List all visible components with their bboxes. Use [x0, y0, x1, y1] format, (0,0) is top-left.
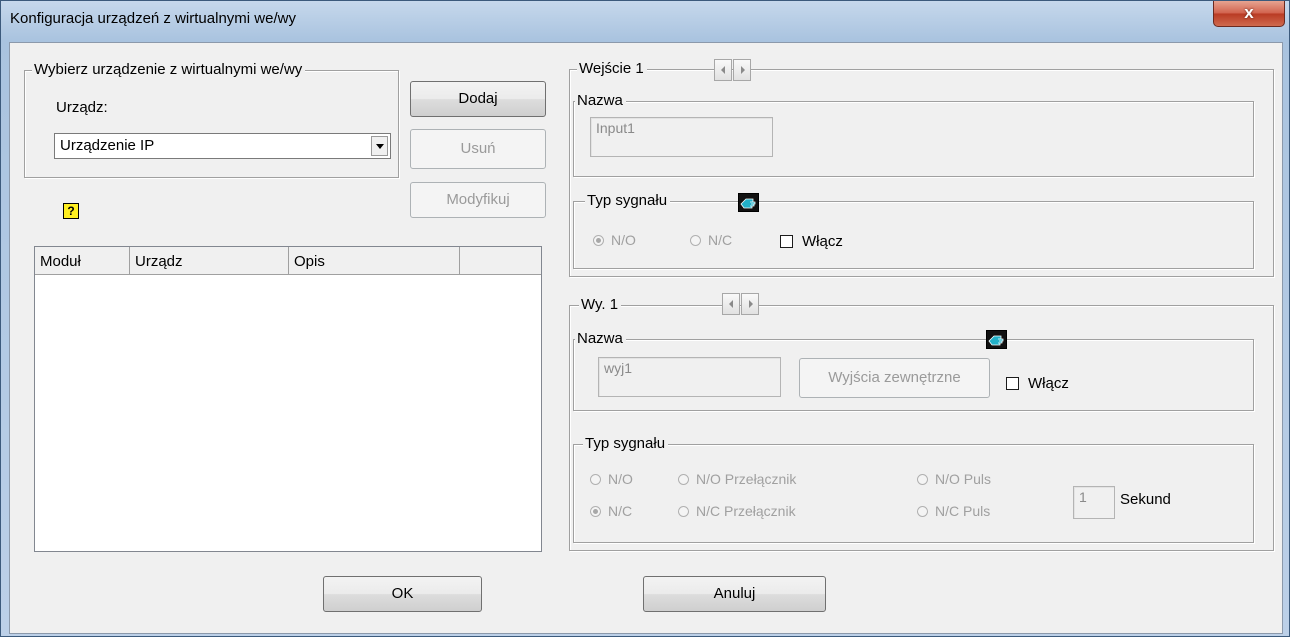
- ok-button[interactable]: OK: [323, 576, 482, 612]
- column-description[interactable]: Opis: [289, 247, 460, 274]
- output-radio-no-switch[interactable]: N/O Przełącznik: [678, 471, 796, 487]
- chevron-left-icon[interactable]: [714, 59, 732, 81]
- output-group-legend: Wy. 1: [579, 296, 622, 314]
- input-signal-group: [573, 201, 1254, 269]
- help-icon[interactable]: ?: [63, 203, 79, 219]
- input-enable-checkbox[interactable]: Włącz: [780, 233, 843, 250]
- device-group: [24, 70, 399, 178]
- input-signal-legend: Typ sygnału: [585, 192, 671, 210]
- modify-button[interactable]: Modyfikuj: [410, 182, 546, 218]
- column-empty[interactable]: [460, 247, 541, 274]
- output-radio-no-label: N/O: [608, 471, 633, 487]
- input-radio-nc[interactable]: N/C: [690, 232, 732, 248]
- input-spinner[interactable]: [714, 59, 752, 81]
- output-name-field[interactable]: wyj1: [598, 357, 781, 397]
- input-radio-no-label: N/O: [611, 232, 636, 248]
- device-label: Urządz:: [56, 99, 108, 116]
- close-button[interactable]: x: [1213, 1, 1285, 27]
- add-button[interactable]: Dodaj: [410, 81, 546, 117]
- hand-pointer-icon[interactable]: [986, 330, 1007, 349]
- device-select[interactable]: Urządzenie IP: [54, 133, 391, 159]
- chevron-left-icon[interactable]: [722, 293, 740, 315]
- radio-indicator: [678, 473, 689, 485]
- output-radio-no-pulse[interactable]: N/O Puls: [917, 471, 991, 487]
- output-radio-nc-switch-label: N/C Przełącznik: [696, 503, 796, 519]
- output-radio-nc-switch[interactable]: N/C Przełącznik: [678, 503, 796, 519]
- radio-indicator: [590, 473, 601, 485]
- dialog-client-area: Wybierz urządzenie z wirtualnymi we/wy U…: [9, 42, 1283, 634]
- radio-indicator: [590, 505, 601, 517]
- radio-indicator: [593, 234, 604, 246]
- input-radio-nc-label: N/C: [708, 232, 733, 248]
- output-enable-label: Włącz: [1028, 375, 1069, 392]
- radio-indicator: [917, 505, 928, 517]
- input-enable-label: Włącz: [802, 233, 843, 250]
- output-signal-legend: Typ sygnału: [583, 435, 669, 453]
- device-list[interactable]: Moduł Urządz Opis: [34, 246, 542, 552]
- device-select-value: Urządzenie IP: [60, 137, 155, 154]
- external-outputs-button[interactable]: Wyjścia zewnętrzne: [799, 358, 990, 398]
- output-radio-nc-label: N/C: [608, 503, 633, 519]
- output-radio-nc[interactable]: N/C: [590, 503, 632, 519]
- column-module[interactable]: Moduł: [35, 247, 130, 274]
- seconds-label: Sekund: [1120, 491, 1171, 508]
- input-name-field[interactable]: Input1: [590, 117, 773, 157]
- window-title: Konfiguracja urządzeń z wirtualnymi we/w…: [10, 10, 296, 27]
- chevron-right-icon[interactable]: [733, 59, 751, 81]
- remove-button[interactable]: Usuń: [410, 129, 546, 169]
- column-device[interactable]: Urządz: [130, 247, 289, 274]
- close-icon: x: [1244, 3, 1254, 22]
- cancel-button[interactable]: Anuluj: [643, 576, 826, 612]
- checkbox-box[interactable]: [780, 235, 793, 248]
- output-radio-no-switch-label: N/O Przełącznik: [696, 471, 797, 487]
- output-radio-nc-pulse[interactable]: N/C Puls: [917, 503, 990, 519]
- output-name-legend: Nazwa: [575, 330, 626, 348]
- seconds-field[interactable]: 1: [1073, 486, 1115, 519]
- title-bar[interactable]: Konfiguracja urządzeń z wirtualnymi we/w…: [1, 1, 1289, 35]
- output-radio-no-pulse-label: N/O Puls: [935, 471, 992, 487]
- output-radio-no[interactable]: N/O: [590, 471, 633, 487]
- output-spinner[interactable]: [722, 293, 760, 315]
- device-list-header: Moduł Urządz Opis: [35, 247, 541, 275]
- chevron-right-icon[interactable]: [741, 293, 759, 315]
- chevron-down-icon[interactable]: [371, 136, 388, 156]
- input-name-legend: Nazwa: [575, 92, 626, 110]
- dialog-window: Konfiguracja urządzeń z wirtualnymi we/w…: [0, 0, 1290, 637]
- input-radio-no[interactable]: N/O: [593, 232, 636, 248]
- device-group-legend: Wybierz urządzenie z wirtualnymi we/wy: [32, 61, 306, 79]
- checkbox-box[interactable]: [1006, 377, 1019, 390]
- input-group-legend: Wejście 1: [577, 60, 647, 78]
- output-enable-checkbox[interactable]: Włącz: [1006, 375, 1069, 392]
- output-radio-nc-pulse-label: N/C Puls: [935, 503, 991, 519]
- radio-indicator: [690, 234, 701, 246]
- radio-indicator: [917, 473, 928, 485]
- hand-pointer-icon[interactable]: [738, 193, 759, 212]
- radio-indicator: [678, 505, 689, 517]
